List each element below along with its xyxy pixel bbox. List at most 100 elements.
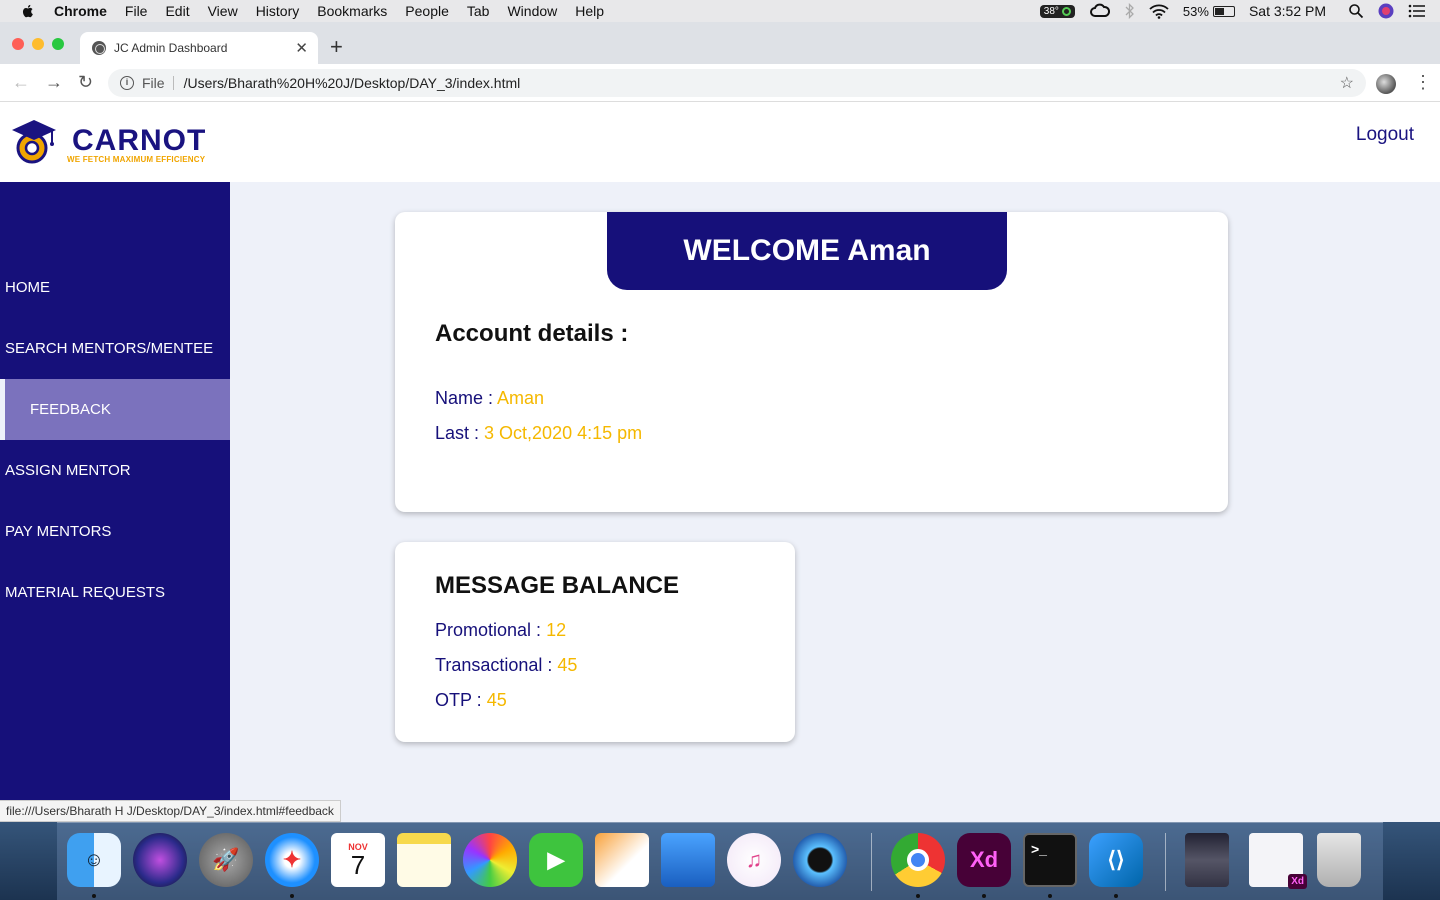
sidebar-item-search-mentors[interactable]: SEARCH MENTORS/MENTEE bbox=[0, 318, 230, 379]
message-balance-card: MESSAGE BALANCE Promotional : 12 Transac… bbox=[395, 542, 795, 742]
link-status-bubble: file:///Users/Bharath H J/Desktop/DAY_3/… bbox=[0, 800, 341, 822]
sidebar-item-label: SEARCH MENTORS/MENTEE bbox=[5, 340, 214, 357]
last-value: 3 Oct,2020 4:15 pm bbox=[484, 423, 643, 443]
temperature-widget[interactable]: 38° bbox=[1039, 4, 1075, 18]
menu-people[interactable]: People bbox=[405, 3, 449, 19]
browser-tab-active[interactable]: JC Admin Dashboard ✕ bbox=[80, 32, 318, 64]
profile-avatar[interactable] bbox=[1376, 74, 1396, 94]
menu-app-name[interactable]: Chrome bbox=[54, 3, 107, 19]
bookmark-star-icon[interactable]: ☆ bbox=[1340, 73, 1354, 93]
temperature-value: 38° bbox=[1043, 5, 1059, 17]
calendar-icon[interactable]: NOV 7 bbox=[331, 833, 385, 887]
forward-arrow-icon[interactable]: → bbox=[45, 72, 63, 93]
menu-view[interactable]: View bbox=[208, 3, 238, 19]
apple-menu-icon[interactable] bbox=[20, 3, 36, 19]
transactional-value: 45 bbox=[557, 655, 578, 675]
dock-separator bbox=[1165, 833, 1166, 891]
window-zoom-button[interactable] bbox=[52, 38, 64, 50]
temperature-indicator-icon bbox=[1061, 6, 1071, 16]
menu-tab[interactable]: Tab bbox=[467, 3, 490, 19]
safari-running-indicator bbox=[290, 894, 294, 898]
sidebar-item-pay-mentors[interactable]: PAY MENTORS bbox=[0, 501, 230, 562]
siri-icon[interactable] bbox=[133, 833, 187, 887]
xd-running-indicator bbox=[982, 894, 986, 898]
account-name-row: Name : Aman bbox=[435, 388, 544, 409]
chrome-icon[interactable] bbox=[891, 833, 945, 887]
account-details-card: WELCOME Aman Account details : Name : Am… bbox=[395, 212, 1228, 512]
otp-label: OTP : bbox=[435, 690, 487, 710]
sidebar-nav: HOME SEARCH MENTORS/MENTEE FEEDBACK ASSI… bbox=[0, 182, 230, 822]
creative-cloud-icon[interactable] bbox=[1089, 3, 1111, 19]
sidebar-item-feedback[interactable]: FEEDBACK bbox=[0, 379, 230, 440]
sidebar-item-label: HOME bbox=[5, 279, 50, 296]
promotional-row: Promotional : 12 bbox=[435, 620, 566, 641]
menu-bookmarks[interactable]: Bookmarks bbox=[317, 3, 387, 19]
brand-tagline: WE FETCH MAXIMUM EFFICIENCY bbox=[67, 155, 206, 164]
sidebar-item-home[interactable]: HOME bbox=[0, 257, 230, 318]
trash-icon[interactable] bbox=[1317, 833, 1361, 887]
sidebar-item-assign-mentor[interactable]: ASSIGN MENTOR bbox=[0, 440, 230, 501]
message-balance-title: MESSAGE BALANCE bbox=[435, 572, 680, 599]
vscode-running-indicator bbox=[1114, 894, 1118, 898]
menubar-status-area: 38° 53% Sat 3:52 PM bbox=[1039, 0, 1440, 22]
terminal-icon[interactable]: >_ bbox=[1023, 833, 1077, 887]
globe-favicon-icon bbox=[92, 41, 106, 55]
itunes-icon[interactable]: ♫ bbox=[727, 833, 781, 887]
sidebar-item-label: FEEDBACK bbox=[30, 401, 111, 418]
pages-icon[interactable] bbox=[595, 833, 649, 887]
site-header: CARNOT WE FETCH MAXIMUM EFFICIENCY Logou… bbox=[0, 102, 1440, 182]
notes-icon[interactable] bbox=[397, 833, 451, 887]
quicktime-icon[interactable] bbox=[793, 833, 847, 887]
siri-menu-icon[interactable] bbox=[1378, 3, 1394, 19]
brand-name: CARNOT bbox=[72, 124, 207, 157]
battery-percent: 53% bbox=[1182, 3, 1209, 19]
menu-history[interactable]: History bbox=[256, 3, 300, 19]
clock[interactable]: Sat 3:52 PM bbox=[1249, 3, 1326, 19]
site-info-icon[interactable]: i bbox=[120, 76, 134, 90]
battery-level bbox=[1214, 7, 1225, 15]
vscode-icon[interactable]: ⟨⟩ bbox=[1089, 833, 1143, 887]
otp-row: OTP : 45 bbox=[435, 690, 507, 711]
keynote-icon[interactable] bbox=[661, 833, 715, 887]
facetime-icon[interactable]: ▶ bbox=[529, 833, 583, 887]
finder-icon[interactable]: ☺ bbox=[67, 833, 121, 887]
xd-document-icon[interactable]: Xd bbox=[1249, 833, 1307, 889]
transactional-label: Transactional : bbox=[435, 655, 558, 675]
otp-value: 45 bbox=[486, 690, 507, 710]
launchpad-icon[interactable]: 🚀 bbox=[199, 833, 253, 887]
finder-running-indicator bbox=[92, 894, 96, 898]
reload-icon[interactable]: ↻ bbox=[78, 72, 93, 93]
browser-toolbar: ← → ↻ i File /Users/Bharath%20H%20J/Desk… bbox=[0, 64, 1440, 102]
menu-help[interactable]: Help bbox=[575, 3, 604, 19]
sidebar-item-material-requests[interactable]: MATERIAL REQUESTS bbox=[0, 562, 230, 623]
battery-icon bbox=[1212, 5, 1235, 17]
macos-menu-bar: Chrome File Edit View History Bookmarks … bbox=[0, 0, 1440, 22]
address-bar[interactable]: i File /Users/Bharath%20H%20J/Desktop/DA… bbox=[108, 69, 1366, 97]
back-arrow-icon[interactable]: ← bbox=[12, 72, 30, 93]
logout-link[interactable]: Logout bbox=[1356, 124, 1414, 146]
window-minimize-button[interactable] bbox=[32, 38, 44, 50]
safari-icon[interactable]: ✦ bbox=[265, 833, 319, 887]
chrome-running-indicator bbox=[916, 894, 920, 898]
name-value: Aman bbox=[497, 388, 545, 408]
new-tab-button[interactable]: + bbox=[330, 34, 343, 60]
chrome-menu-icon[interactable]: ⋮ bbox=[1414, 72, 1432, 93]
welcome-banner: WELCOME Aman bbox=[607, 212, 1007, 290]
menu-window[interactable]: Window bbox=[507, 3, 557, 19]
promotional-label: Promotional : bbox=[435, 620, 547, 640]
notification-center-icon[interactable] bbox=[1408, 4, 1426, 18]
menu-edit[interactable]: Edit bbox=[165, 3, 189, 19]
spotlight-search-icon[interactable] bbox=[1348, 3, 1364, 19]
adobe-xd-icon[interactable]: Xd bbox=[957, 833, 1011, 887]
wifi-icon[interactable] bbox=[1149, 4, 1169, 19]
battery-widget[interactable]: 53% bbox=[1183, 4, 1235, 19]
movie-poster-icon[interactable] bbox=[1185, 833, 1229, 887]
tab-title: JC Admin Dashboard bbox=[114, 41, 228, 55]
url-text[interactable]: /Users/Bharath%20H%20J/Desktop/DAY_3/ind… bbox=[184, 75, 521, 91]
dock-separator bbox=[871, 833, 872, 891]
menu-file[interactable]: File bbox=[125, 3, 148, 19]
bluetooth-icon[interactable] bbox=[1125, 3, 1135, 19]
window-close-button[interactable] bbox=[12, 38, 24, 50]
photos-icon[interactable] bbox=[463, 833, 517, 887]
tab-close-icon[interactable]: ✕ bbox=[295, 39, 308, 57]
